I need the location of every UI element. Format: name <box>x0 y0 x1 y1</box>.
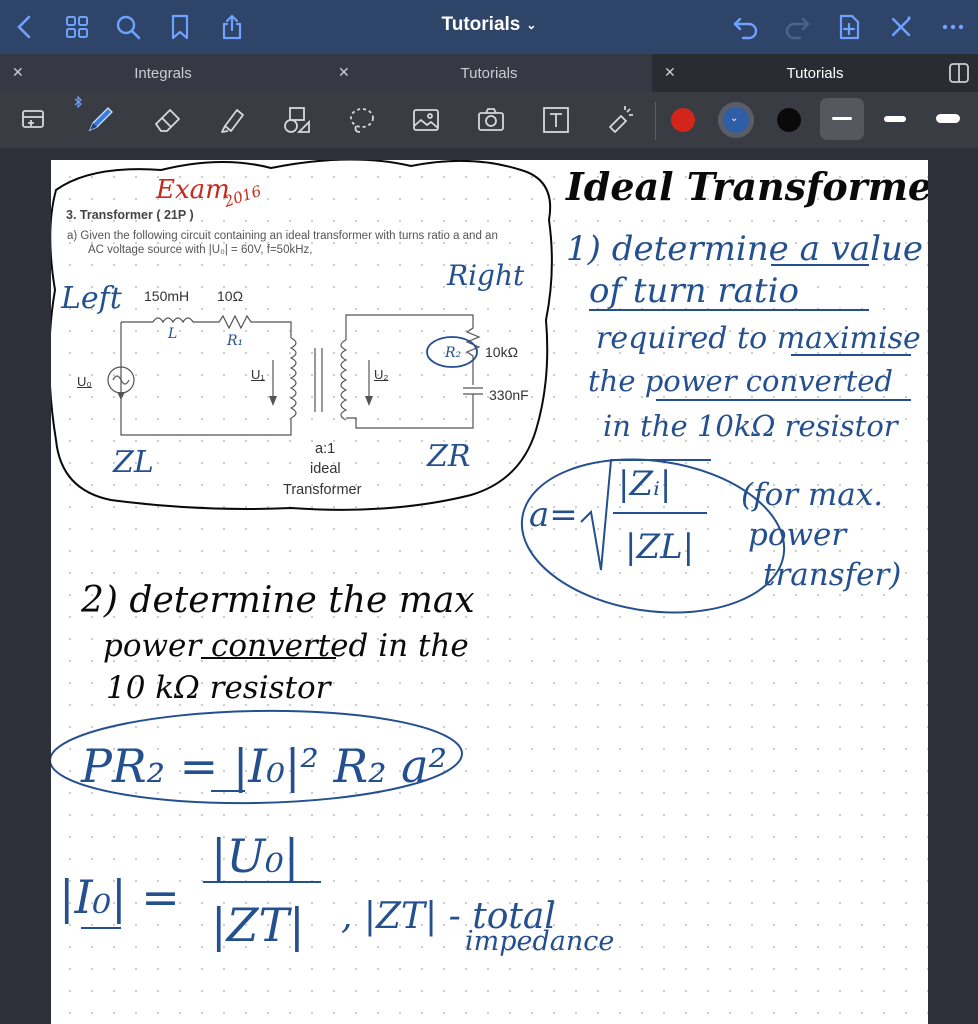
inductor-handlabel: L <box>167 326 177 342</box>
circuit-diagram <box>107 314 483 436</box>
tab-tutorials-active[interactable]: ✕ Tutorials <box>652 54 978 92</box>
pen-icon[interactable] <box>80 100 120 140</box>
tab-close-icon[interactable]: ✕ <box>664 64 676 81</box>
q1-line5: in the 10kΩ resistor <box>603 409 900 443</box>
zl-label: ZL <box>112 445 154 480</box>
exam-note: Exam <box>155 175 230 205</box>
tab-tutorials[interactable]: ✕ Tutorials <box>326 54 652 92</box>
power-equation: PR₂ = |I₀|² R₂ a² <box>80 739 447 793</box>
handwriting-canvas: Exam 2016 Ideal Transformer Left Right L… <box>51 160 928 957</box>
r2-handlabel: R₂ <box>444 345 462 361</box>
top-nav-bar: Tutorials ⌄ <box>0 0 978 54</box>
zr-label: ZR <box>426 439 470 474</box>
stroke-thick[interactable] <box>936 114 960 123</box>
tab-close-icon[interactable]: ✕ <box>338 64 350 81</box>
q1-line1: 1) determine a value <box>566 229 923 269</box>
chevron-down-icon: ⌄ <box>730 113 739 124</box>
more-icon[interactable] <box>936 10 970 44</box>
q1-line3: required to maximise <box>596 321 921 356</box>
split-view-icon[interactable] <box>948 62 970 84</box>
tab-bar: ✕ Integrals ✕ Tutorials ✕ Tutorials <box>0 54 978 92</box>
chevron-down-icon: ⌄ <box>526 17 537 32</box>
lasso-select-icon[interactable] <box>14 100 54 140</box>
q2-line1: 2) determine the max <box>80 580 475 621</box>
text-icon[interactable] <box>536 100 576 140</box>
tab-close-icon[interactable]: ✕ <box>12 64 24 81</box>
close-x-icon[interactable] <box>884 10 918 44</box>
tab-integrals[interactable]: ✕ Integrals <box>0 54 326 92</box>
left-label: Left <box>60 281 123 316</box>
add-page-icon[interactable] <box>832 10 866 44</box>
formula-a: a= <box>529 495 578 535</box>
shapes-icon[interactable] <box>277 100 317 140</box>
redo-icon[interactable] <box>780 10 814 44</box>
color-black-swatch[interactable] <box>777 108 801 132</box>
note-line3: transfer) <box>763 557 901 593</box>
impedance-label: impedance <box>465 926 614 957</box>
toolbar-divider <box>655 102 656 140</box>
color-blue-swatch-selected[interactable]: ⌄ <box>718 102 754 138</box>
right-label: Right <box>446 259 525 292</box>
q1-line4: the power converted <box>588 364 893 398</box>
current-lhs: |I₀| = <box>59 870 180 924</box>
image-icon[interactable] <box>406 100 446 140</box>
highlighter-icon[interactable] <box>213 100 253 140</box>
color-red-swatch[interactable] <box>671 108 695 132</box>
stroke-medium[interactable] <box>884 116 906 122</box>
eraser-icon[interactable] <box>148 100 188 140</box>
laser-pointer-icon[interactable] <box>601 100 641 140</box>
camera-icon[interactable] <box>471 100 511 140</box>
q1-line2: of turn ratio <box>589 271 799 311</box>
stroke-thin-selected[interactable] <box>820 98 864 140</box>
formula-numerator: |Zᵢ| <box>618 464 671 504</box>
note-line1: (for max. <box>741 477 883 513</box>
undo-icon[interactable] <box>729 10 763 44</box>
bluetooth-icon <box>72 96 84 108</box>
q2-line3: 10 kΩ resistor <box>106 670 333 706</box>
r1-handlabel: R₁ <box>226 333 243 349</box>
formula-denominator: |ZL| <box>625 527 694 567</box>
note-page[interactable]: 3. Transformer ( 21P ) a) Given the foll… <box>51 160 928 1024</box>
lasso-icon[interactable] <box>342 100 382 140</box>
current-numerator: |U₀| <box>211 829 299 883</box>
current-denominator: |ZT| <box>211 898 305 952</box>
note-line2: power <box>748 517 848 553</box>
heading: Ideal Transformer <box>565 164 928 209</box>
